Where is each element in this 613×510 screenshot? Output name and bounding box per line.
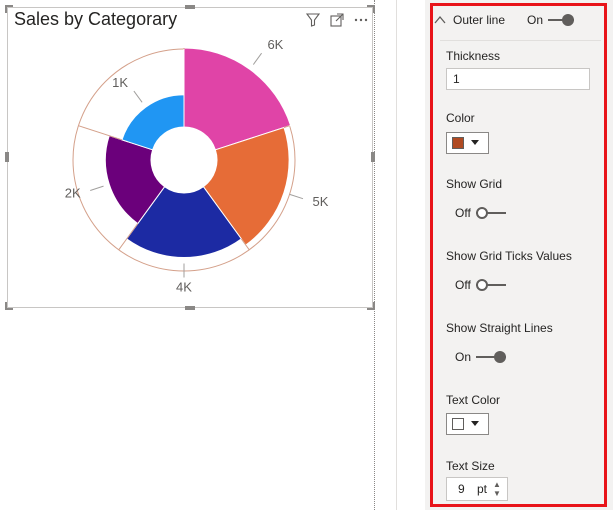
outer-line-color-picker[interactable] xyxy=(446,132,489,154)
section-toggle[interactable] xyxy=(548,14,575,26)
show-grid-label: Show Grid xyxy=(446,177,503,191)
chevron-up-icon[interactable] xyxy=(433,13,447,27)
data-label: 5K xyxy=(313,194,329,209)
outer-line-section-header[interactable]: Outer line On xyxy=(425,5,605,35)
rose-donut-chart[interactable]: 6K 5K 4K 2K 1K xyxy=(0,0,380,310)
section-name: Outer line xyxy=(453,13,506,27)
color-label: Color xyxy=(446,111,475,125)
pane-divider xyxy=(396,0,397,510)
straight-line xyxy=(78,125,123,141)
color-swatch xyxy=(452,418,464,430)
outer-line-options xyxy=(440,40,601,506)
text-size-unit: pt xyxy=(477,482,488,496)
dropdown-caret-icon xyxy=(471,140,479,145)
text-color-label: Text Color xyxy=(446,393,501,407)
color-swatch xyxy=(452,137,464,149)
section-toggle-label: On xyxy=(527,13,544,27)
slice[interactable] xyxy=(121,94,185,151)
thickness-input[interactable]: 1 xyxy=(446,68,590,90)
data-label: 1K xyxy=(112,75,128,90)
show-straight-lines-state: On xyxy=(455,350,472,364)
text-size-value: 9 xyxy=(458,482,465,496)
data-label: 6K xyxy=(267,37,283,52)
text-color-picker[interactable] xyxy=(446,413,489,435)
data-label: 4K xyxy=(176,280,192,295)
show-grid-ticks-toggle[interactable]: Off xyxy=(455,278,506,292)
thickness-label: Thickness xyxy=(446,49,501,63)
dropdown-caret-icon xyxy=(471,421,479,426)
label-leader xyxy=(133,90,143,103)
label-leader xyxy=(90,185,104,191)
label-leader xyxy=(252,52,262,65)
text-size-label: Text Size xyxy=(446,459,495,473)
show-grid-toggle[interactable]: Off xyxy=(455,206,506,220)
text-size-stepper[interactable]: 9 pt ▲ ▼ xyxy=(446,477,508,501)
show-grid-ticks-state: Off xyxy=(455,278,471,292)
label-leader xyxy=(289,193,304,200)
show-grid-state: Off xyxy=(455,206,471,220)
data-label: 2K xyxy=(65,186,81,201)
show-grid-ticks-label: Show Grid Ticks Values xyxy=(446,249,572,263)
stepper-arrows-icon[interactable]: ▲ ▼ xyxy=(493,480,501,498)
show-straight-lines-label: Show Straight Lines xyxy=(446,321,553,335)
show-straight-lines-toggle[interactable]: On xyxy=(455,350,507,364)
